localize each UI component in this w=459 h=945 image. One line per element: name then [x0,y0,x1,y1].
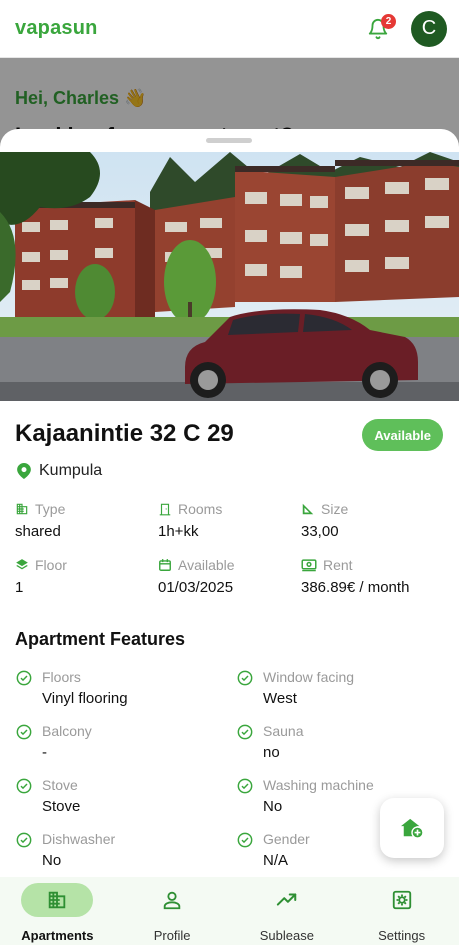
trending-up-icon [276,893,297,906]
ruler-icon [302,503,314,515]
status-badge: Available [362,419,443,451]
fact-value: 01/03/2025 [158,579,234,596]
nav-label: Profile [153,928,191,943]
calendar-icon [159,559,171,571]
avatar[interactable]: C [411,10,447,47]
check-circle-icon [237,670,253,686]
feature-label: Stove [42,777,78,793]
nav-profile[interactable]: Profile [115,877,230,945]
fact-label: Size [321,501,349,517]
feature-label: Floors [42,669,81,685]
check-circle-icon [237,832,253,848]
nav-label: Apartments [21,928,94,943]
feature-value: - [42,744,47,761]
brand-logo[interactable]: vapasun [15,17,98,40]
check-circle-icon [16,670,32,686]
check-circle-icon [16,832,32,848]
feature-label: Dishwasher [42,831,116,847]
feature-label: Gender [263,831,310,847]
feature-dishwasher: Dishwasher No [16,831,216,869]
feature-value: N/A [263,852,289,869]
fact-label: Type [35,501,66,517]
feature-stove: Stove Stove [16,777,216,815]
fact-label: Available [178,557,235,573]
app-bar: vapasun 2 C [0,0,459,58]
person-icon [163,891,181,910]
nav-apartments[interactable]: Apartments [0,877,115,945]
fact-rent: Rent 386.89€ / month [301,557,451,596]
feature-value: West [263,690,297,707]
listing-title: Kajaanintie 32 C 29 [15,420,234,447]
fact-value: 386.89€ / month [301,579,410,596]
feature-value: Vinyl flooring [42,690,128,707]
check-circle-icon [237,778,253,794]
feature-value: Stove [42,798,81,815]
location-pin-icon [17,463,31,479]
nav-profile-pill [136,883,208,917]
feature-sauna: Sauna no [237,723,437,761]
fact-label: Floor [35,557,67,573]
fact-label: Rent [323,557,353,573]
door-icon [159,503,171,516]
fact-rooms: Rooms 1h+kk [158,501,298,540]
fact-floor: Floor 1 [15,557,155,596]
layers-icon [16,559,28,570]
feature-window-facing: Window facing West [237,669,437,707]
fact-type: Type shared [15,501,155,540]
nav-sublease[interactable]: Sublease [230,877,345,945]
money-icon [301,559,317,572]
nav-label: Settings [378,928,426,943]
feature-floors: Floors Vinyl flooring [16,669,216,707]
feature-balcony: Balcony - [16,723,216,761]
check-circle-icon [16,724,32,740]
feature-value: No [263,798,283,815]
fact-value: 1h+kk [158,523,199,540]
add-home-button[interactable] [380,798,444,858]
nav-sublease-pill [251,883,323,917]
bottom-navigation: Apartments Profile Sublease Settings [0,877,459,945]
feature-label: Sauna [263,723,304,739]
apartment-photo [0,152,459,401]
feature-value: no [263,744,280,761]
fact-available: Available 01/03/2025 [158,557,298,596]
apartment-icon [49,891,66,909]
building-icon [16,503,28,515]
nav-label: Sublease [259,928,314,943]
notifications-button[interactable]: 2 [363,13,396,44]
feature-label: Washing machine [263,777,374,793]
feature-label: Window facing [263,669,355,685]
fact-value: 33,00 [301,523,339,540]
apartment-detail-sheet: Kajaanintie 32 C 29 Available Kumpula Ty… [0,129,459,877]
location-label: Kumpula [39,462,103,479]
feature-label: Balcony [42,723,92,739]
fact-value: shared [15,523,61,540]
features-heading: Apartment Features [15,629,186,649]
settings-icon [392,890,411,910]
fact-label: Rooms [178,501,223,517]
nav-apartments-pill [21,883,94,917]
nav-settings-pill [366,883,438,917]
check-circle-icon [16,778,32,794]
add-home-icon [401,818,424,839]
fact-size: Size 33,00 [301,501,441,540]
check-circle-icon [237,724,253,740]
drag-handle[interactable] [206,138,252,143]
feature-value: No [42,852,62,869]
notification-badge: 2 [381,13,396,29]
location-row: Kumpula [17,462,102,480]
fact-value: 1 [15,579,24,596]
nav-settings[interactable]: Settings [344,877,459,945]
